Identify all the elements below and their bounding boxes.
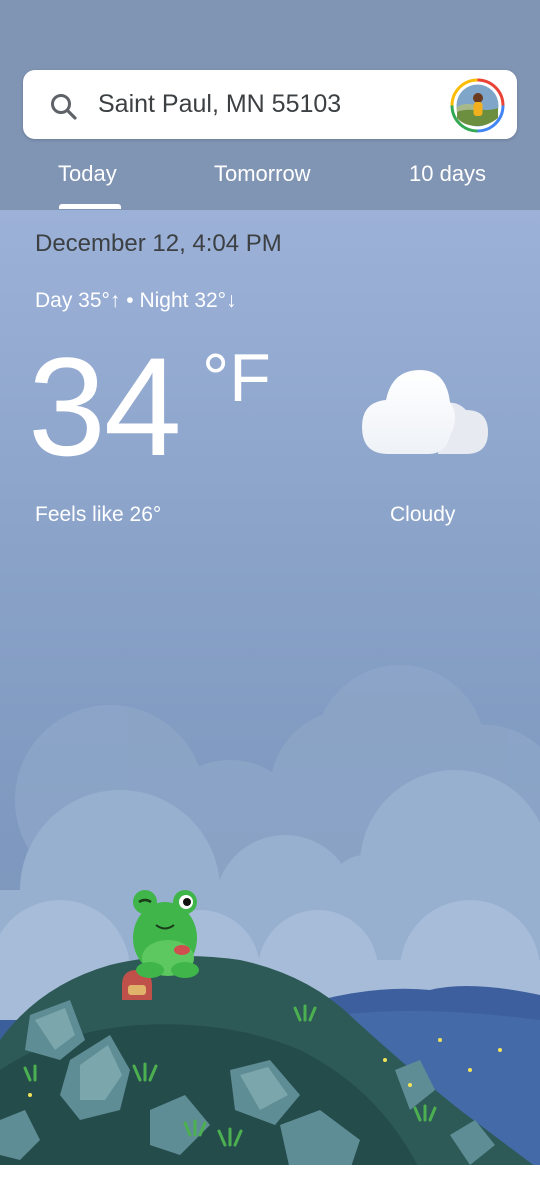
cloud-icon bbox=[362, 370, 488, 454]
weather-condition: Cloudy bbox=[390, 503, 456, 526]
temperature-unit[interactable]: °F bbox=[202, 340, 271, 416]
tab-10-days[interactable]: 10 days bbox=[409, 160, 486, 188]
feels-like: Feels like 26° bbox=[35, 503, 162, 526]
search-input[interactable]: Saint Paul, MN 55103 bbox=[98, 88, 341, 120]
frog-scene-illustration bbox=[0, 665, 540, 1170]
current-temperature: 34 bbox=[28, 328, 182, 485]
tab-today[interactable]: Today bbox=[58, 160, 117, 188]
search-icon[interactable] bbox=[48, 91, 80, 123]
tab-bar: Today Tomorrow 10 days bbox=[0, 150, 540, 210]
bottom-edge bbox=[0, 1165, 540, 1200]
day-night-temps: Day 35°↑ • Night 32°↓ bbox=[35, 289, 237, 312]
tab-tomorrow[interactable]: Tomorrow bbox=[214, 160, 311, 188]
date-time: December 12, 4:04 PM bbox=[35, 230, 282, 257]
selected-tab-indicator bbox=[59, 204, 121, 209]
avatar[interactable] bbox=[450, 78, 505, 133]
